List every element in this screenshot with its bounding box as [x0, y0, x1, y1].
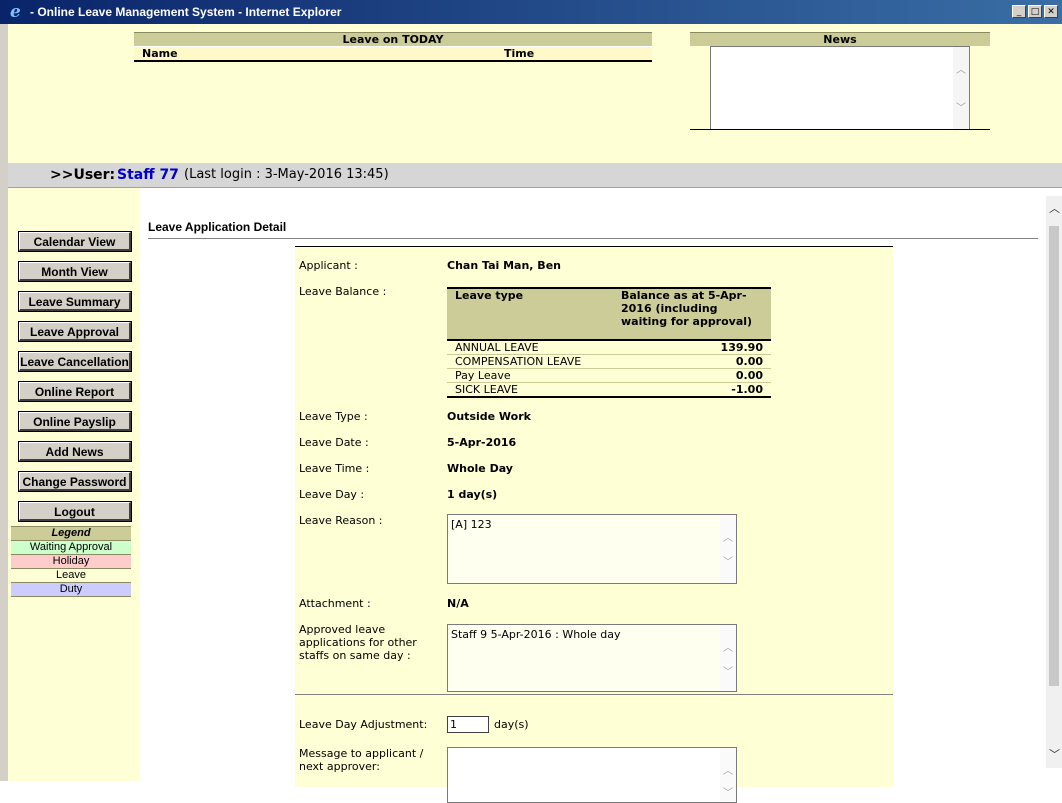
- col-name: Name: [142, 47, 178, 60]
- leave-approval-button[interactable]: Leave Approval: [18, 321, 132, 342]
- message-scrollbar[interactable]: ︿ ﹀: [720, 748, 736, 802]
- message-textarea[interactable]: ︿ ﹀: [447, 747, 737, 803]
- table-row: COMPENSATION LEAVE 0.00: [447, 354, 771, 369]
- page-scrollbar[interactable]: ︿ ﹀: [1046, 196, 1062, 768]
- scroll-up-icon[interactable]: ︿: [956, 61, 966, 76]
- user-name: Staff 77: [117, 167, 179, 183]
- row-balance: 139.90: [613, 339, 771, 355]
- leave-day-value: 1 day(s): [447, 488, 498, 501]
- month-view-button[interactable]: Month View: [18, 261, 132, 282]
- row-balance: -1.00: [613, 382, 771, 398]
- add-news-button[interactable]: Add News: [18, 441, 132, 462]
- applicant-label: Applicant :: [299, 259, 358, 272]
- news-divider: [690, 129, 990, 130]
- leave-today-panel: Leave on TODAY Name Time: [134, 32, 652, 62]
- row-type: COMPENSATION LEAVE: [447, 354, 613, 369]
- adjust-label: Leave Day Adjustment:: [299, 718, 428, 731]
- scroll-down-icon[interactable]: ﹀: [723, 784, 733, 799]
- window-title: - Online Leave Management System - Inter…: [30, 5, 342, 19]
- legend: Legend Waiting Approval Holiday Leave Du…: [11, 526, 131, 597]
- top-panel: Leave on TODAY Name Time News ︿ ﹀: [8, 24, 1062, 163]
- news-panel: News ︿ ﹀: [690, 32, 990, 130]
- leave-today-title: Leave on TODAY: [134, 32, 652, 46]
- online-report-button[interactable]: Online Report: [18, 381, 132, 402]
- leave-time-value: Whole Day: [447, 462, 513, 475]
- left-nav: Calendar View Month View Leave Summary L…: [8, 188, 140, 781]
- scroll-down-icon[interactable]: ﹀: [956, 99, 966, 114]
- legend-waiting-approval: Waiting Approval: [11, 541, 131, 555]
- maximize-button[interactable]: □: [1028, 5, 1042, 18]
- scroll-down-icon[interactable]: ﹀: [723, 663, 733, 678]
- approved-textarea[interactable]: Staff 9 5-Apr-2016 : Whole day ︿ ﹀: [447, 624, 737, 692]
- col-balance: Balance as at 5-Apr-2016 (including wait…: [613, 287, 771, 340]
- attachment-value: N/A: [447, 597, 469, 610]
- table-row: SICK LEAVE -1.00: [447, 382, 771, 398]
- legend-leave: Leave: [11, 569, 131, 583]
- scroll-up-icon[interactable]: ︿: [723, 529, 733, 544]
- reason-scrollbar[interactable]: ︿ ﹀: [720, 515, 736, 583]
- message-label: Message to applicant / next approver:: [299, 747, 424, 773]
- approved-text: Staff 9 5-Apr-2016 : Whole day: [451, 628, 621, 641]
- scroll-down-icon[interactable]: ﹀: [1049, 746, 1060, 762]
- title-bar: e - Online Leave Management System - Int…: [0, 0, 1062, 24]
- leave-type-label: Leave Type :: [299, 410, 368, 423]
- online-payslip-button[interactable]: Online Payslip: [18, 411, 132, 432]
- leave-summary-button[interactable]: Leave Summary: [18, 291, 132, 312]
- col-leave-type: Leave type: [447, 287, 613, 340]
- browser-content: Leave on TODAY Name Time News ︿ ﹀ >>User…: [8, 24, 1062, 803]
- scroll-up-icon[interactable]: ︿: [723, 762, 733, 777]
- leave-reason-text: [A] 123: [451, 518, 492, 531]
- leave-detail-form: Applicant : Chan Tai Man, Ben Leave Bala…: [295, 246, 893, 803]
- last-login: (Last login : 3-May-2016 13:45): [184, 167, 389, 182]
- col-time: Time: [504, 47, 535, 60]
- leave-reason-textarea[interactable]: [A] 123 ︿ ﹀: [447, 514, 737, 584]
- form-divider: [295, 694, 893, 695]
- table-row: ANNUAL LEAVE 139.90: [447, 339, 771, 355]
- leave-date-value: 5-Apr-2016: [447, 436, 517, 449]
- logout-button[interactable]: Logout: [18, 501, 132, 522]
- row-type: SICK LEAVE: [447, 382, 613, 398]
- legend-title: Legend: [11, 526, 131, 541]
- leave-type-value: Outside Work: [447, 410, 531, 423]
- row-type: Pay Leave: [447, 368, 613, 383]
- close-button[interactable]: ✕: [1044, 5, 1058, 18]
- main-content: Leave Application Detail Applicant : Cha…: [140, 188, 1040, 803]
- legend-duty: Duty: [11, 583, 131, 597]
- adjust-input[interactable]: 1: [447, 716, 489, 733]
- news-title: News: [690, 32, 990, 46]
- minimize-button[interactable]: _: [1012, 5, 1026, 18]
- row-type: ANNUAL LEAVE: [447, 339, 613, 355]
- row-balance: 0.00: [613, 354, 771, 369]
- approved-label: Approved leave applications for other st…: [299, 623, 417, 662]
- scroll-down-icon[interactable]: ﹀: [723, 553, 733, 568]
- attachment-label: Attachment :: [299, 597, 371, 610]
- title-divider: [148, 238, 1038, 239]
- internet-explorer-icon: e: [10, 2, 21, 22]
- leave-reason-label: Leave Reason :: [299, 514, 383, 527]
- scroll-up-icon[interactable]: ︿: [723, 639, 733, 654]
- user-bar: >>User: Staff 77 (Last login : 3-May-201…: [8, 163, 1062, 188]
- news-scrollbar[interactable]: ︿ ﹀: [953, 47, 969, 129]
- applicant-value: Chan Tai Man, Ben: [447, 259, 561, 272]
- leave-date-label: Leave Date :: [299, 436, 369, 449]
- news-box[interactable]: ︿ ﹀: [710, 46, 970, 130]
- leave-cancellation-button[interactable]: Leave Cancellation: [18, 351, 132, 372]
- browser-window: e - Online Leave Management System - Int…: [0, 0, 1062, 803]
- leave-time-label: Leave Time :: [299, 462, 370, 475]
- page-title: Leave Application Detail: [148, 220, 287, 234]
- leave-day-label: Leave Day :: [299, 488, 365, 501]
- leave-balance-table: Leave type Balance as at 5-Apr-2016 (inc…: [447, 287, 771, 398]
- user-label: >>User:: [50, 167, 116, 183]
- adjust-unit: day(s): [494, 718, 529, 731]
- table-row: Pay Leave 0.00: [447, 368, 771, 383]
- change-password-button[interactable]: Change Password: [18, 471, 132, 492]
- leave-today-header: Name Time: [134, 46, 652, 62]
- approved-scrollbar[interactable]: ︿ ﹀: [720, 625, 736, 691]
- balance-label: Leave Balance :: [299, 285, 387, 298]
- row-balance: 0.00: [613, 368, 771, 383]
- calendar-view-button[interactable]: Calendar View: [18, 231, 132, 252]
- scroll-thumb[interactable]: [1049, 226, 1059, 686]
- scroll-up-icon[interactable]: ︿: [1049, 200, 1060, 216]
- legend-holiday: Holiday: [11, 555, 131, 569]
